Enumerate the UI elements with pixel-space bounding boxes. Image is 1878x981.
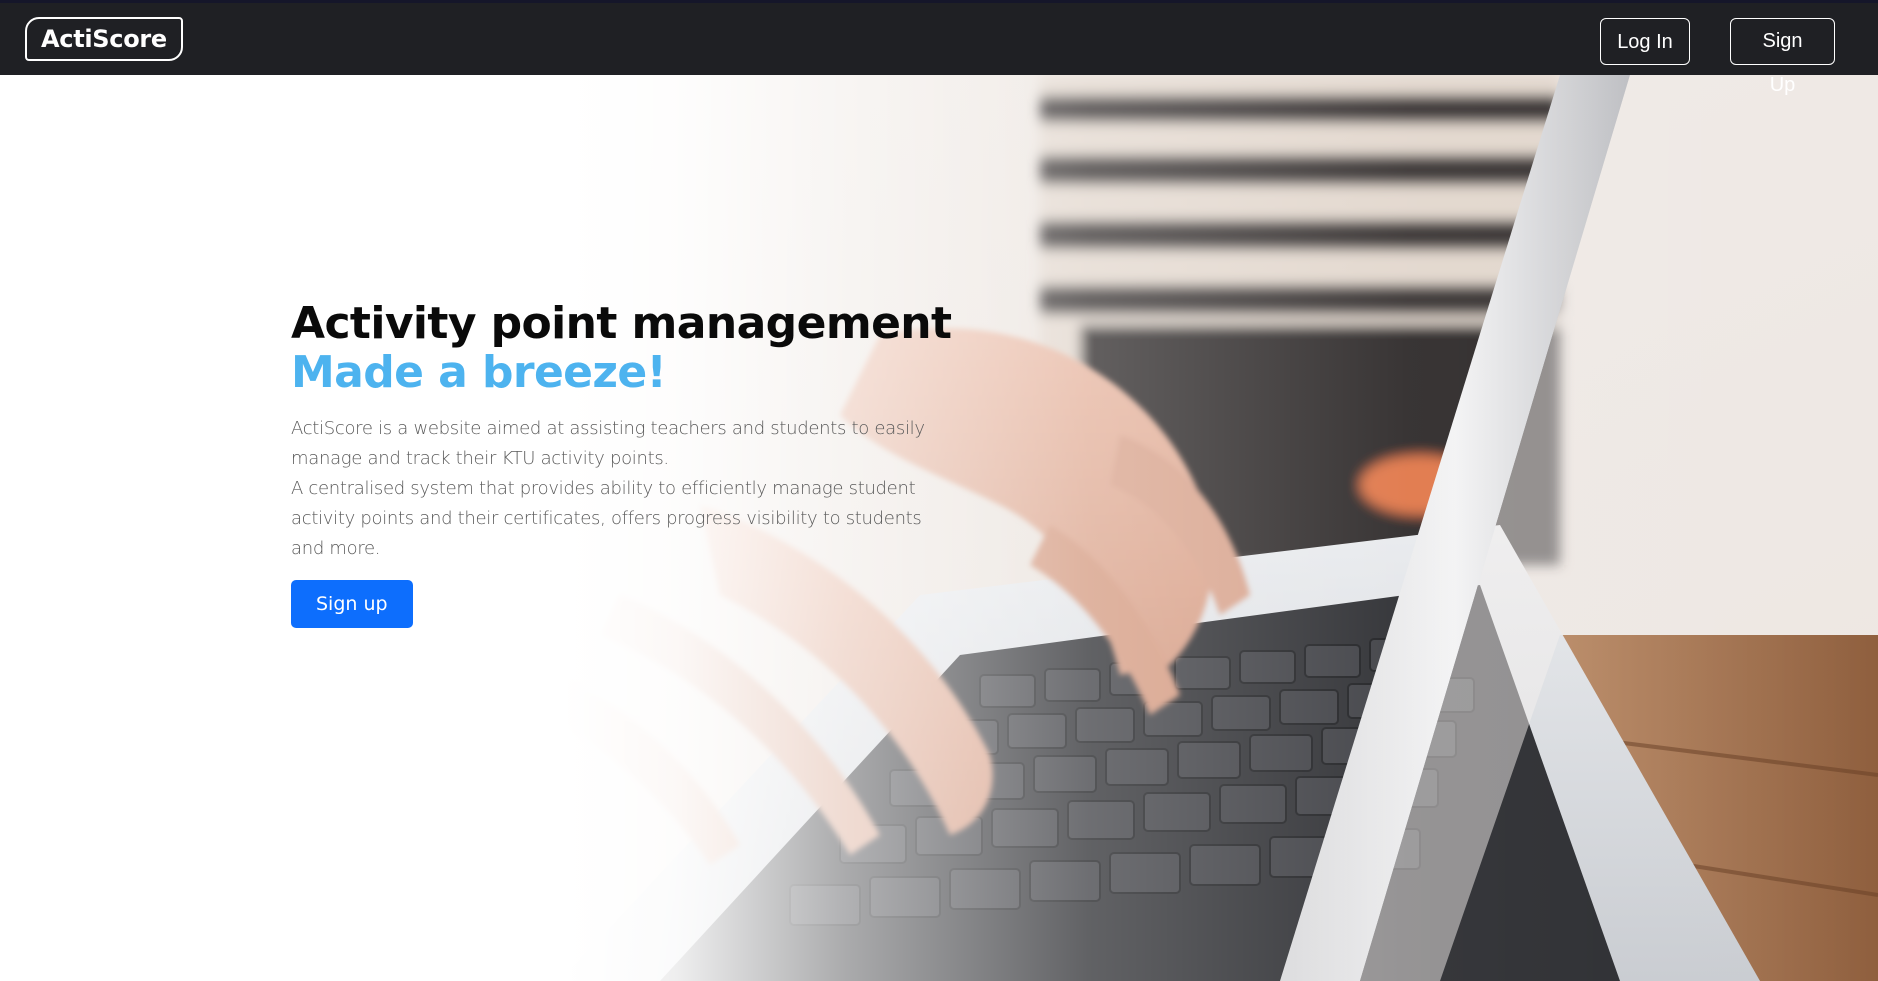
- brand-logo[interactable]: ActiScore: [25, 17, 183, 61]
- login-button[interactable]: Log In: [1600, 18, 1690, 65]
- hero-description-line-1: ActiScore is a website aimed at assistin…: [291, 418, 925, 469]
- hero-title: Activity point management: [291, 298, 952, 349]
- hero-subtitle: Made a breeze!: [291, 347, 667, 398]
- landing-page: ActiScore Log In Sign Up Activity point …: [0, 0, 1878, 981]
- hero-description: ActiScore is a website aimed at assistin…: [291, 414, 931, 564]
- hero-signup-button[interactable]: Sign up: [291, 580, 413, 628]
- hero-description-line-2: A centralised system that provides abili…: [291, 478, 922, 559]
- hero-section: Activity point management Made a breeze!…: [291, 298, 952, 628]
- top-navbar: ActiScore Log In Sign Up: [0, 0, 1878, 96]
- hero-fade-overlay: [0, 75, 1878, 981]
- signup-nav-button[interactable]: Sign Up: [1730, 18, 1835, 96]
